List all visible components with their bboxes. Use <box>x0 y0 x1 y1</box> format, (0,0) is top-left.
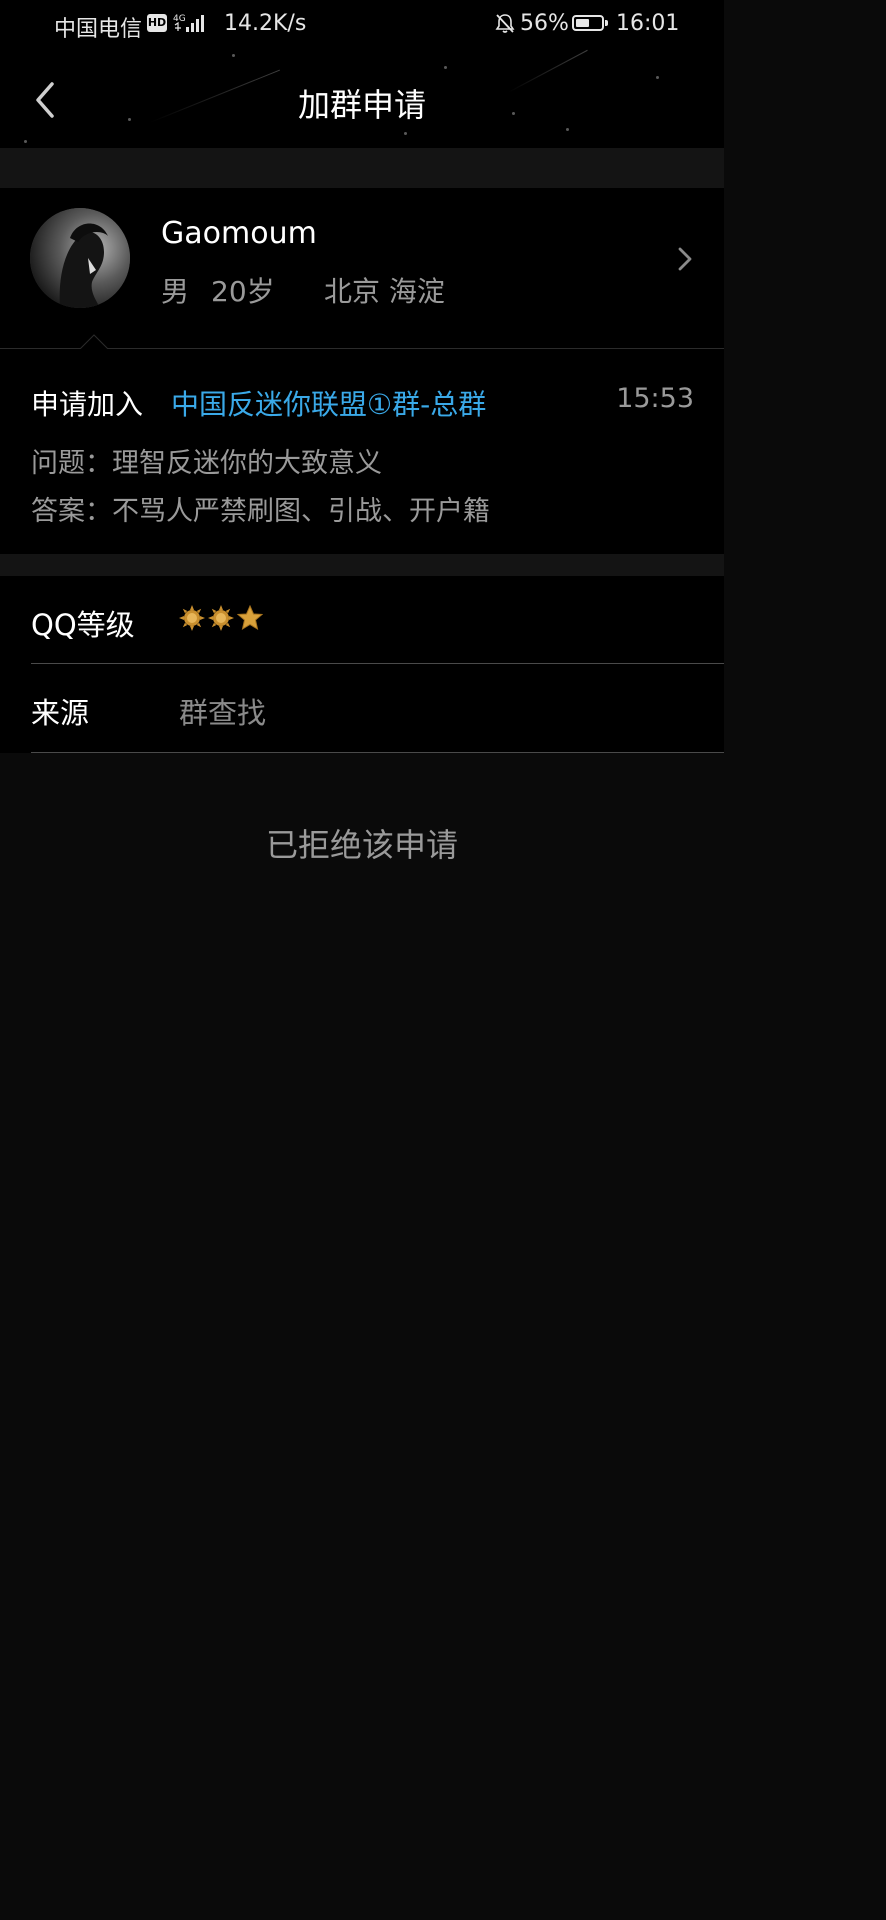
avatar[interactable] <box>30 208 130 308</box>
info-list: QQ等级 来源 群查找 <box>0 576 724 753</box>
network-speed: 14.2K/s <box>224 11 307 36</box>
header-background: 中国电信 HD 4G 14.2K/s 56% 16:01 加群申请 <box>0 0 724 148</box>
section-gap <box>0 148 724 188</box>
sun-icon <box>179 605 205 631</box>
request-label: 申请加入 <box>31 388 144 421</box>
hd-badge: HD <box>147 14 167 32</box>
qq-level-label: QQ等级 <box>31 608 135 642</box>
request-time: 15:53 <box>616 383 694 414</box>
applicant-age: 20岁 <box>211 275 275 308</box>
group-name-link[interactable]: 中国反迷你联盟①群-总群 <box>171 383 486 423</box>
join-request-card: 申请加入 中国反迷你联盟①群-总群 15:53 问题：理智反迷你的大致意义 答案… <box>0 349 724 554</box>
qq-level-row: QQ等级 <box>0 576 724 664</box>
divider <box>31 752 724 753</box>
battery-icon <box>572 15 608 31</box>
clock: 16:01 <box>616 11 680 36</box>
bell-muted-icon <box>495 14 515 33</box>
signal-icon: 4G <box>173 14 204 32</box>
applicant-name: Gaomoum <box>161 216 317 251</box>
bubble-pointer <box>80 334 108 349</box>
chevron-right-icon <box>678 247 692 271</box>
star-icon <box>237 605 263 631</box>
sun-icon <box>208 605 234 631</box>
avatar-image <box>30 208 130 308</box>
section-gap <box>0 554 724 576</box>
request-question: 问题：理智反迷你的大致意义 <box>31 448 382 479</box>
page-title: 加群申请 <box>297 86 426 124</box>
request-status-message: 已拒绝该申请 <box>265 826 458 864</box>
applicant-profile-card[interactable]: Gaomoum 男 20岁 北京 海淀 <box>0 188 724 348</box>
battery-percent: 56% <box>520 11 569 36</box>
source-row: 来源 群查找 <box>0 664 724 752</box>
source-label: 来源 <box>31 696 90 730</box>
carrier-name: 中国电信 <box>54 17 143 42</box>
network-type: 4G <box>173 14 186 24</box>
nav-header: 加群申请 <box>0 52 724 148</box>
applicant-location: 北京 海淀 <box>324 275 445 308</box>
request-answer: 答案：不骂人严禁刷图、引战、开户籍 <box>31 496 490 527</box>
qq-level-icons <box>179 605 269 635</box>
source-value: 群查找 <box>179 696 267 730</box>
applicant-gender: 男 <box>161 275 190 308</box>
status-bar: 中国电信 HD 4G 14.2K/s 56% 16:01 <box>0 0 724 50</box>
